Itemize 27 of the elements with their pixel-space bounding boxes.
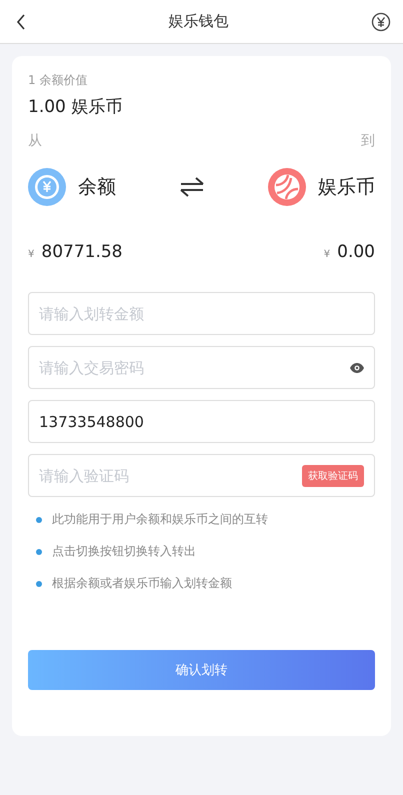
yen-circle-icon[interactable] bbox=[371, 12, 391, 32]
to-amount: 0.00 bbox=[337, 242, 375, 262]
currency-symbol: ¥ bbox=[28, 249, 34, 260]
currency-symbol: ¥ bbox=[324, 249, 330, 260]
swap-icon[interactable] bbox=[179, 177, 205, 197]
coin-icon bbox=[28, 168, 66, 206]
from-label: 从 bbox=[28, 132, 42, 150]
page-title: 娱乐钱包 bbox=[168, 12, 228, 31]
bullet-dot bbox=[36, 548, 42, 554]
rate-label: 1 余额价值 bbox=[28, 72, 88, 89]
back-icon[interactable] bbox=[16, 14, 26, 30]
to-currency: 娱乐币 bbox=[318, 175, 375, 200]
bullet-dot bbox=[36, 516, 42, 522]
code-field[interactable]: 请输入验证码 获取验证码 bbox=[28, 454, 375, 497]
bullet-dot bbox=[36, 580, 42, 586]
from-amount: 80771.58 bbox=[41, 242, 122, 262]
get-code-button[interactable]: 获取验证码 bbox=[302, 464, 364, 486]
eye-icon[interactable] bbox=[350, 362, 364, 372]
from-currency: 余额 bbox=[78, 175, 116, 200]
to-label: 到 bbox=[361, 132, 375, 150]
ball-icon bbox=[268, 168, 306, 206]
note-text: 此功能用于用户余额和娱乐币之间的互转 bbox=[52, 511, 268, 528]
confirm-button[interactable]: 确认划转 bbox=[28, 650, 375, 690]
note-text: 点击切换按钮切换转入转出 bbox=[52, 543, 196, 560]
rate-value: 1.00 娱乐币 bbox=[28, 96, 124, 118]
note-text: 根据余额或者娱乐币输入划转金额 bbox=[52, 575, 232, 592]
text-input[interactable]: 请输入验证码 bbox=[39, 455, 302, 496]
